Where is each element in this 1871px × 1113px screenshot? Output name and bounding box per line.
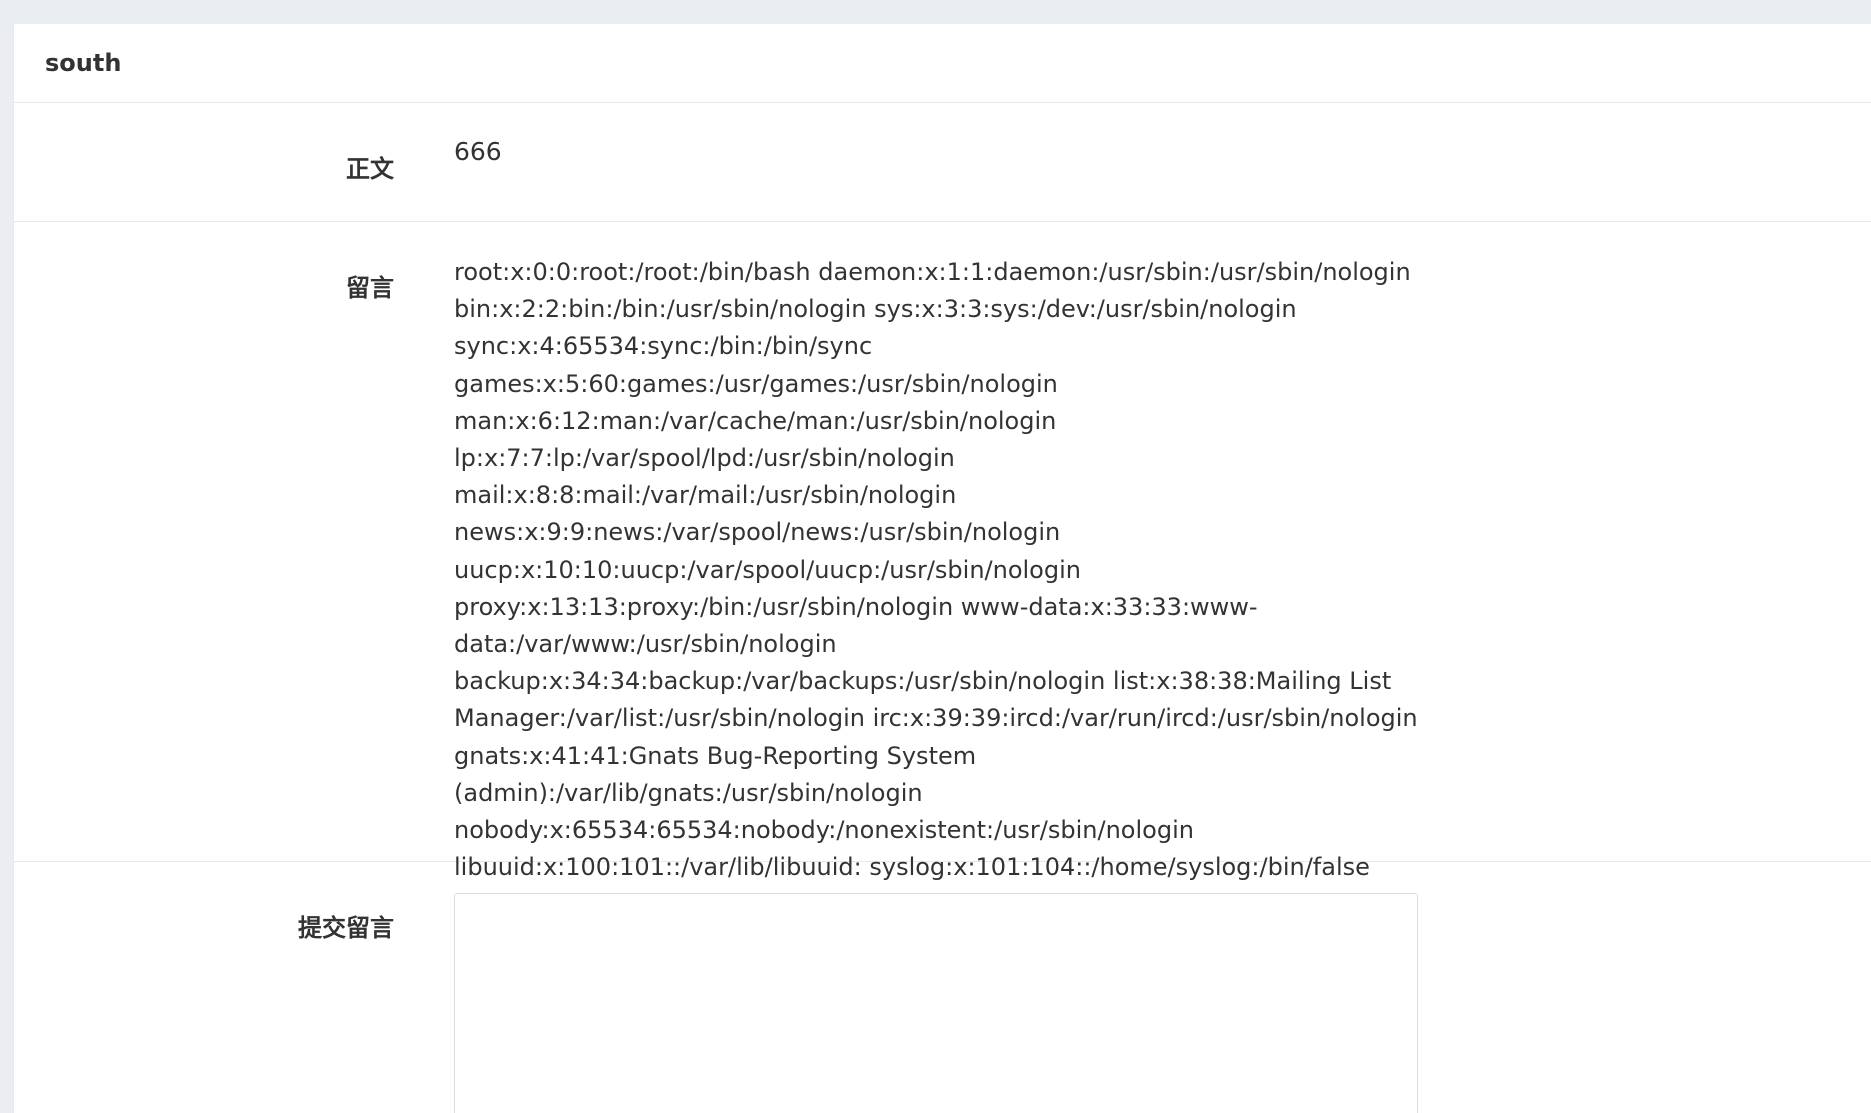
body-row: 正文 666 <box>14 103 1871 222</box>
card-title: south <box>45 49 122 77</box>
message-value: root:x:0:0:root:/root:/bin/bash daemon:x… <box>454 258 1418 956</box>
message-row: 留言 root:x:0:0:root:/root:/bin/bash daemo… <box>14 222 1871 956</box>
message-card: south 正文 666 留言 root:x:0:0:root:/root:/b… <box>13 24 1871 1113</box>
message-label: 留言 <box>346 274 394 302</box>
card-header: south <box>14 24 1871 103</box>
body-value: 666 <box>454 137 502 166</box>
submit-comment-label: 提交留言 <box>298 914 394 942</box>
submit-comment-row: 提交留言 <box>14 862 1871 1113</box>
body-label: 正文 <box>346 155 394 183</box>
comment-textarea[interactable] <box>454 893 1418 1113</box>
